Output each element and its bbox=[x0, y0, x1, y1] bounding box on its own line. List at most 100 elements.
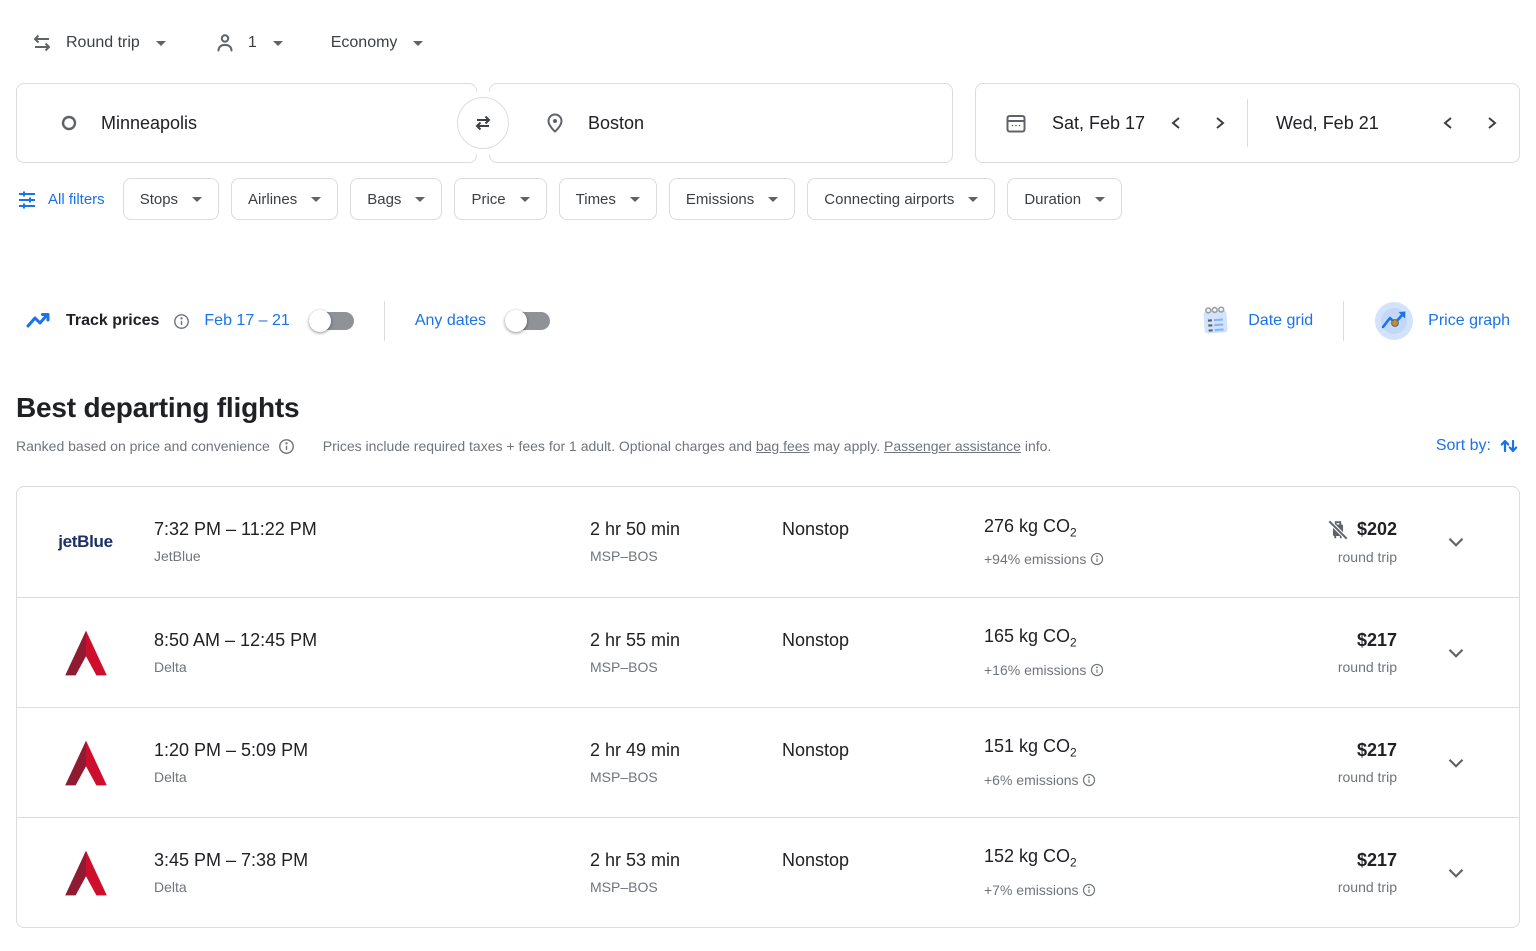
flight-times: 8:50 AM – 12:45 PM bbox=[154, 630, 590, 651]
filter-chip-duration[interactable]: Duration bbox=[1007, 178, 1122, 220]
flight-duration: 2 hr 50 min bbox=[590, 519, 782, 540]
filter-sliders-icon bbox=[16, 188, 38, 210]
calendar-icon bbox=[1004, 111, 1028, 135]
all-filters-button[interactable]: All filters bbox=[16, 188, 105, 210]
flight-price: $217 bbox=[1357, 740, 1397, 761]
disclaimer-text: Prices include required taxes + fees for… bbox=[323, 438, 756, 454]
flight-row-delta-2[interactable]: 1:20 PM – 5:09 PM Delta 2 hr 49 min MSP–… bbox=[17, 707, 1519, 817]
emissions-delta: +6% emissions bbox=[984, 772, 1214, 789]
swap-arrows-icon bbox=[471, 111, 495, 135]
origin-field[interactable]: Minneapolis bbox=[16, 83, 477, 163]
stops-label: Nonstop bbox=[782, 850, 984, 871]
trending-chart-icon bbox=[26, 310, 52, 332]
search-row: Minneapolis Boston bbox=[16, 83, 1520, 163]
departure-date-value: Sat, Feb 17 bbox=[1052, 113, 1149, 134]
departure-date-next-button[interactable] bbox=[1205, 109, 1233, 137]
emissions-delta: +7% emissions bbox=[984, 882, 1214, 899]
filter-chip-bags[interactable]: Bags bbox=[350, 178, 442, 220]
filter-chip-airlines[interactable]: Airlines bbox=[231, 178, 338, 220]
flight-times: 7:32 PM – 11:22 PM bbox=[154, 519, 590, 540]
co2-amount: 151 kg CO2 bbox=[984, 736, 1214, 764]
date-grid-button[interactable]: Date grid bbox=[1196, 302, 1313, 340]
flight-row-delta-1[interactable]: 8:50 AM – 12:45 PM Delta 2 hr 55 min MSP… bbox=[17, 597, 1519, 707]
passenger-assistance-link[interactable]: Passenger assistance bbox=[884, 438, 1021, 454]
sort-arrows-icon bbox=[1498, 435, 1520, 457]
info-icon[interactable] bbox=[173, 313, 190, 330]
bag-fees-link[interactable]: bag fees bbox=[756, 438, 810, 454]
sort-by-label: Sort by: bbox=[1436, 437, 1491, 455]
departure-date[interactable]: Sat, Feb 17 bbox=[976, 84, 1247, 162]
expand-chevron-icon[interactable] bbox=[1443, 640, 1469, 666]
expand-chevron-icon[interactable] bbox=[1443, 529, 1469, 555]
stops-subline bbox=[782, 769, 984, 786]
info-icon[interactable] bbox=[1082, 773, 1096, 787]
departure-date-prev-button[interactable] bbox=[1163, 109, 1191, 137]
carrier-name: Delta bbox=[154, 769, 590, 786]
any-dates-toggle[interactable] bbox=[506, 310, 550, 332]
return-date-prev-button[interactable] bbox=[1435, 109, 1463, 137]
expand-chevron-icon[interactable] bbox=[1443, 750, 1469, 776]
date-range-field: Sat, Feb 17 Wed, Feb 21 bbox=[975, 83, 1520, 163]
dropdown-arrow-icon bbox=[156, 41, 166, 46]
co2-amount: 152 kg CO2 bbox=[984, 846, 1214, 874]
info-icon[interactable] bbox=[1090, 663, 1104, 677]
cabin-class-label: Economy bbox=[331, 34, 398, 52]
info-icon[interactable] bbox=[1082, 883, 1096, 897]
chip-label: Bags bbox=[367, 191, 401, 208]
vertical-divider bbox=[384, 301, 385, 341]
return-date[interactable]: Wed, Feb 21 bbox=[1248, 84, 1519, 162]
filter-chip-times[interactable]: Times bbox=[559, 178, 657, 220]
dropdown-arrow-icon bbox=[311, 197, 321, 202]
sort-by-button[interactable]: Sort by: bbox=[1436, 435, 1520, 457]
chip-label: Times bbox=[576, 191, 616, 208]
track-prices-group: Track prices Feb 17 – 21 bbox=[26, 310, 354, 332]
filter-chip-connecting-airports[interactable]: Connecting airports bbox=[807, 178, 995, 220]
dropdown-arrow-icon bbox=[630, 197, 640, 202]
filter-chip-price[interactable]: Price bbox=[454, 178, 546, 220]
destination-field[interactable]: Boston bbox=[489, 83, 953, 163]
date-grid-icon bbox=[1196, 302, 1234, 340]
info-icon[interactable] bbox=[278, 438, 295, 455]
flight-route: MSP–BOS bbox=[590, 879, 782, 896]
chip-label: Stops bbox=[140, 191, 178, 208]
swap-route-button[interactable] bbox=[457, 97, 509, 149]
dropdown-arrow-icon bbox=[1095, 197, 1105, 202]
passenger-selector[interactable]: 1 bbox=[214, 32, 283, 54]
person-icon bbox=[214, 32, 236, 54]
dropdown-arrow-icon bbox=[968, 197, 978, 202]
cabin-class-selector[interactable]: Economy bbox=[331, 34, 424, 52]
flight-price: $202 bbox=[1357, 519, 1397, 540]
stops-subline bbox=[782, 879, 984, 896]
info-icon[interactable] bbox=[1090, 552, 1104, 566]
return-date-next-button[interactable] bbox=[1477, 109, 1505, 137]
filter-chip-stops[interactable]: Stops bbox=[123, 178, 219, 220]
flight-row-jetblue[interactable]: jetBlue 7:32 PM – 11:22 PM JetBlue 2 hr … bbox=[17, 487, 1519, 597]
trip-type-selector[interactable]: Round trip bbox=[30, 31, 166, 55]
delta-logo bbox=[60, 629, 112, 677]
destination-value: Boston bbox=[588, 113, 644, 134]
co2-amount: 276 kg CO2 bbox=[984, 516, 1214, 544]
return-date-value: Wed, Feb 21 bbox=[1276, 113, 1421, 134]
expand-chevron-icon[interactable] bbox=[1443, 860, 1469, 886]
price-graph-button[interactable]: Price graph bbox=[1374, 301, 1510, 341]
price-qualifier: round trip bbox=[1338, 879, 1397, 896]
emissions-delta: +16% emissions bbox=[984, 662, 1214, 679]
price-graph-label: Price graph bbox=[1428, 312, 1510, 330]
disclaimer-text: may apply. bbox=[810, 438, 884, 454]
flight-route: MSP–BOS bbox=[590, 769, 782, 786]
chip-label: Price bbox=[471, 191, 505, 208]
track-prices-toggle[interactable] bbox=[310, 310, 354, 332]
stops-subline bbox=[782, 548, 984, 565]
dropdown-arrow-icon bbox=[768, 197, 778, 202]
dropdown-arrow-icon bbox=[415, 197, 425, 202]
any-dates-group: Any dates bbox=[415, 310, 550, 332]
route-fields: Minneapolis Boston bbox=[16, 83, 953, 163]
co2-amount: 165 kg CO2 bbox=[984, 626, 1214, 654]
flight-results-list: jetBlue 7:32 PM – 11:22 PM JetBlue 2 hr … bbox=[16, 486, 1520, 928]
flight-times: 3:45 PM – 7:38 PM bbox=[154, 850, 590, 871]
flight-row-delta-3[interactable]: 3:45 PM – 7:38 PM Delta 2 hr 53 min MSP–… bbox=[17, 817, 1519, 927]
stops-label: Nonstop bbox=[782, 630, 984, 651]
any-dates-label: Any dates bbox=[415, 312, 486, 330]
page-title: Best departing flights bbox=[16, 392, 1520, 424]
filter-chip-emissions[interactable]: Emissions bbox=[669, 178, 795, 220]
